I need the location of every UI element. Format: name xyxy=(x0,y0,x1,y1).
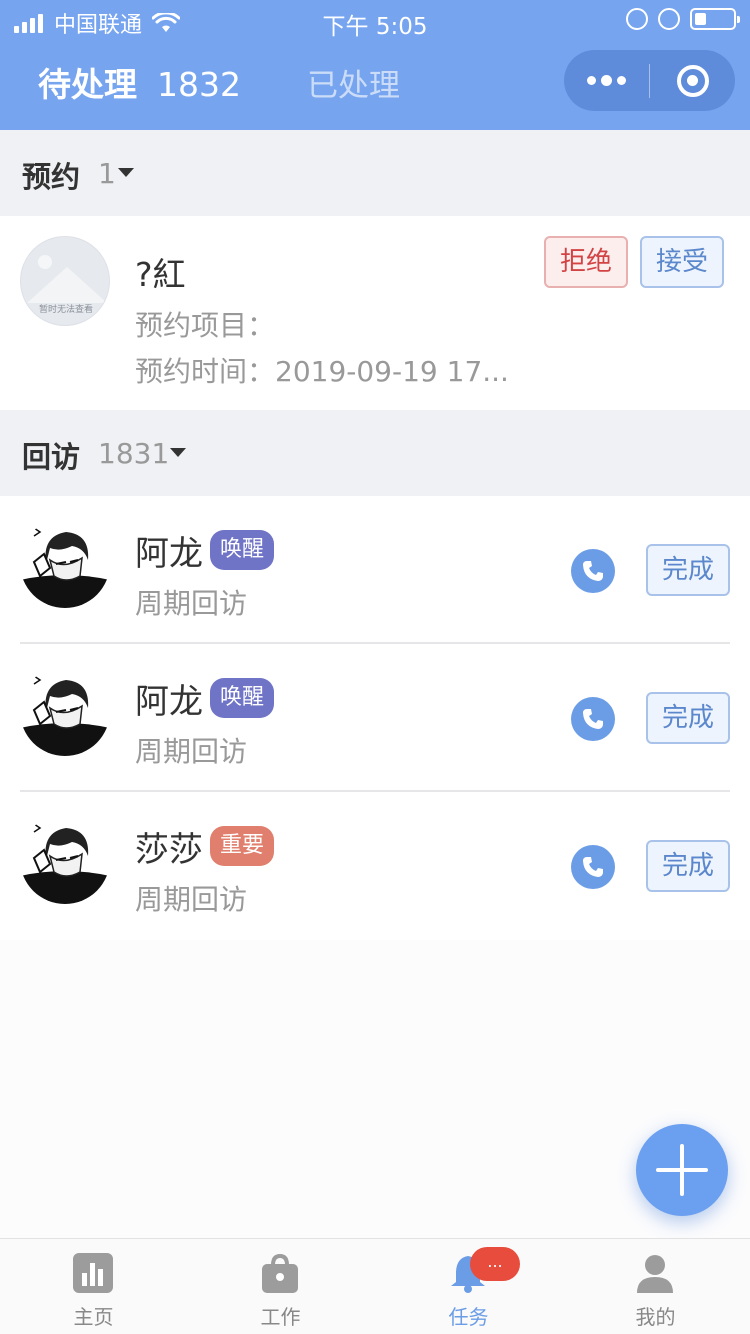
tab-pending[interactable]: 待处理 1832 xyxy=(38,58,241,106)
appointment-time: 预约时间：2019-09-19 17... xyxy=(135,355,509,388)
avatar xyxy=(20,666,110,756)
avatar xyxy=(20,518,110,608)
phone-call-button[interactable] xyxy=(571,697,615,741)
accept-button[interactable]: 接受 xyxy=(640,236,724,288)
tab-bar: 待处理 1832 已处理 xyxy=(0,50,750,112)
more-menu-button[interactable] xyxy=(564,50,649,111)
revisit-type: 周期回访 xyxy=(135,735,248,768)
status-badge: 重要 xyxy=(210,826,275,866)
rotation-lock-icon xyxy=(626,8,648,30)
phone-icon xyxy=(583,561,603,581)
alarm-icon xyxy=(658,8,680,30)
nav-label: 工作 xyxy=(260,1305,301,1329)
phone-icon xyxy=(583,709,603,729)
nav-label: 我的 xyxy=(635,1305,676,1329)
appointment-card[interactable]: 暂时无法查看 ?紅 预约项目： 预约时间：2019-09-19 17... 拒绝… xyxy=(0,216,750,410)
caret-down-icon xyxy=(118,168,134,177)
status-badge: 唤醒 xyxy=(210,678,275,718)
add-button[interactable] xyxy=(636,1124,728,1216)
revisit-type: 周期回访 xyxy=(135,587,248,620)
status-badge: 唤醒 xyxy=(210,530,275,570)
caret-down-icon xyxy=(170,448,186,457)
user-icon xyxy=(637,1255,673,1293)
chart-icon xyxy=(73,1253,113,1293)
appointments-section-header[interactable]: 预约 1 xyxy=(0,130,750,216)
list-item[interactable]: 阿龙 唤醒 周期回访 完成 xyxy=(0,644,750,792)
phone-icon xyxy=(583,857,603,877)
appointment-project: 预约项目： xyxy=(135,309,276,342)
complete-button[interactable]: 完成 xyxy=(646,840,730,892)
customer-name: 阿龙 xyxy=(135,682,203,722)
tab-pending-label: 待处理 xyxy=(38,65,137,104)
section-count: 1831 xyxy=(98,437,170,470)
status-bar: 中国联通 下午 5:05 xyxy=(0,0,750,42)
target-icon xyxy=(676,64,709,97)
bag-icon xyxy=(262,1253,298,1293)
avatar xyxy=(20,814,110,904)
avatar-placeholder: 暂时无法查看 xyxy=(20,236,110,326)
complete-button[interactable]: 完成 xyxy=(646,692,730,744)
nav-label: 任务 xyxy=(448,1305,489,1329)
nav-item-home[interactable]: 主页 xyxy=(0,1239,187,1334)
customer-name: ?紅 xyxy=(135,255,186,294)
revisit-type: 周期回访 xyxy=(135,883,248,916)
nav-item-mine[interactable]: 我的 xyxy=(562,1239,749,1334)
revisits-section-header[interactable]: 回访 1831 xyxy=(0,410,750,496)
list-item[interactable]: 阿龙 唤醒 周期回访 完成 xyxy=(0,496,750,644)
phone-call-button[interactable] xyxy=(571,845,615,889)
customer-name: 莎莎 xyxy=(135,830,203,870)
nav-label: 主页 xyxy=(73,1305,114,1329)
tab-pending-count: 1832 xyxy=(157,65,241,104)
close-miniprogram-button[interactable] xyxy=(650,50,735,111)
nav-item-work[interactable]: 工作 xyxy=(187,1239,374,1334)
battery-icon xyxy=(690,8,740,30)
avatar-placeholder-text: 暂时无法查看 xyxy=(38,305,93,315)
list-item[interactable]: 莎莎 重要 周期回访 完成 xyxy=(0,792,750,940)
app-header: 中国联通 下午 5:05 待处理 1832 已处理 xyxy=(0,0,750,130)
section-count: 1 xyxy=(98,157,116,190)
notification-badge: ... xyxy=(470,1247,520,1281)
tab-done[interactable]: 已处理 xyxy=(307,60,400,105)
reject-button[interactable]: 拒绝 xyxy=(544,236,628,288)
nav-item-tasks[interactable]: 任务 xyxy=(375,1239,562,1334)
phone-call-button[interactable] xyxy=(571,549,615,593)
section-title: 回访 xyxy=(22,440,81,474)
bottom-nav: 主页 工作 任务 我的 ... xyxy=(0,1238,750,1334)
complete-button[interactable]: 完成 xyxy=(646,544,730,596)
section-title: 预约 xyxy=(22,160,81,194)
status-right xyxy=(626,8,740,30)
miniprogram-capsule xyxy=(564,50,735,111)
customer-name: 阿龙 xyxy=(135,534,203,574)
